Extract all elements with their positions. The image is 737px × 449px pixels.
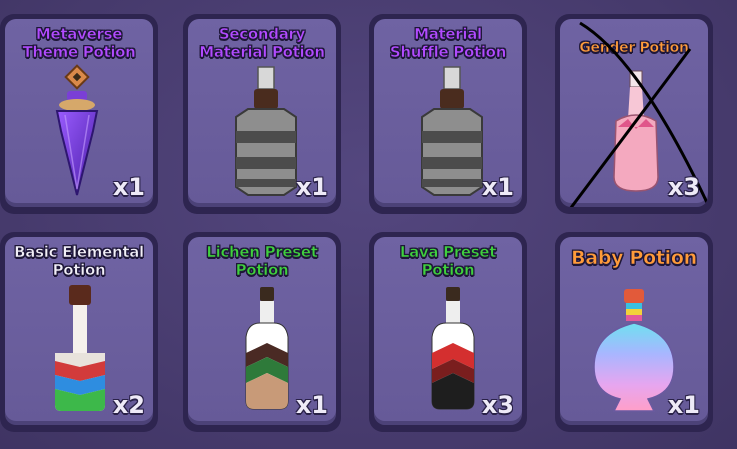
item-quantity: x3 (667, 173, 700, 201)
item-quantity: x1 (667, 391, 700, 419)
item-card-gender-potion[interactable]: Gender Potion x3 (555, 14, 713, 214)
item-card-secondary-material-potion[interactable]: Secondary Material Potion x1 (183, 14, 341, 214)
item-card-lichen-preset-potion[interactable]: Lichen Preset Potion x1 (183, 232, 341, 432)
item-quantity: x2 (112, 391, 145, 419)
item-card-lava-preset-potion[interactable]: Lava Preset Potion x3 (369, 232, 527, 432)
item-quantity: x1 (295, 173, 328, 201)
item-card-metaverse-theme-potion[interactable]: Metaverse Theme Potion x1 (0, 14, 158, 214)
item-card-material-shuffle-potion[interactable]: Material Shuffle Potion x1 (369, 14, 527, 214)
item-card-basic-elemental-potion[interactable]: Basic Elemental Potion x2 (0, 232, 158, 432)
item-quantity: x3 (481, 391, 514, 419)
item-quantity: x1 (112, 173, 145, 201)
item-quantity: x1 (481, 173, 514, 201)
item-card-baby-potion[interactable]: Baby Potion x1 (555, 232, 713, 432)
item-quantity: x1 (295, 391, 328, 419)
